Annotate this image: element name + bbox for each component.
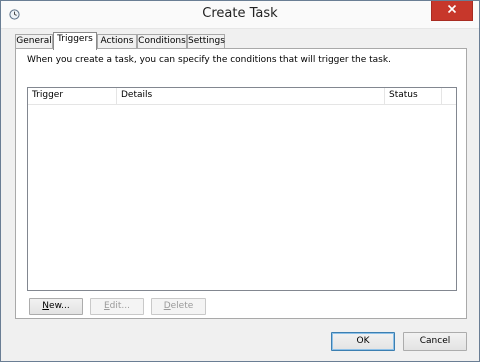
edit-trigger-button[interactable]: Edit... xyxy=(90,298,144,315)
delete-button-label: elete xyxy=(170,301,194,311)
close-button[interactable] xyxy=(431,1,473,21)
tab-actions[interactable]: Actions xyxy=(97,34,137,48)
delete-button-mnemonic: D xyxy=(163,301,171,311)
column-header-status[interactable]: Status xyxy=(385,88,442,104)
tab-triggers[interactable]: Triggers xyxy=(53,32,97,50)
title-bar[interactable]: Create Task xyxy=(1,1,479,29)
ok-button[interactable]: OK xyxy=(331,332,395,351)
tab-general[interactable]: General xyxy=(15,34,53,48)
new-trigger-button[interactable]: New... xyxy=(29,298,83,315)
close-icon xyxy=(447,4,457,17)
triggers-description: When you create a task, you can specify … xyxy=(27,55,391,65)
delete-trigger-button[interactable]: Delete xyxy=(151,298,206,315)
edit-button-label: dit... xyxy=(109,301,130,311)
dialog-client-area: General Triggers Actions Conditions Sett… xyxy=(2,29,478,360)
window-title: Create Task xyxy=(202,6,278,21)
triggers-tab-panel: When you create a task, you can specify … xyxy=(15,48,467,319)
triggers-list[interactable]: Trigger Details Status xyxy=(27,87,457,291)
tab-settings[interactable]: Settings xyxy=(187,34,225,48)
create-task-window: Create Task General Triggers Actions Con… xyxy=(0,0,480,362)
new-button-label: ew... xyxy=(49,301,70,311)
list-header: Trigger Details Status xyxy=(28,88,456,105)
cancel-button[interactable]: Cancel xyxy=(403,332,467,351)
column-header-trigger[interactable]: Trigger xyxy=(28,88,117,104)
column-header-details[interactable]: Details xyxy=(117,88,385,104)
tab-conditions[interactable]: Conditions xyxy=(137,34,187,48)
